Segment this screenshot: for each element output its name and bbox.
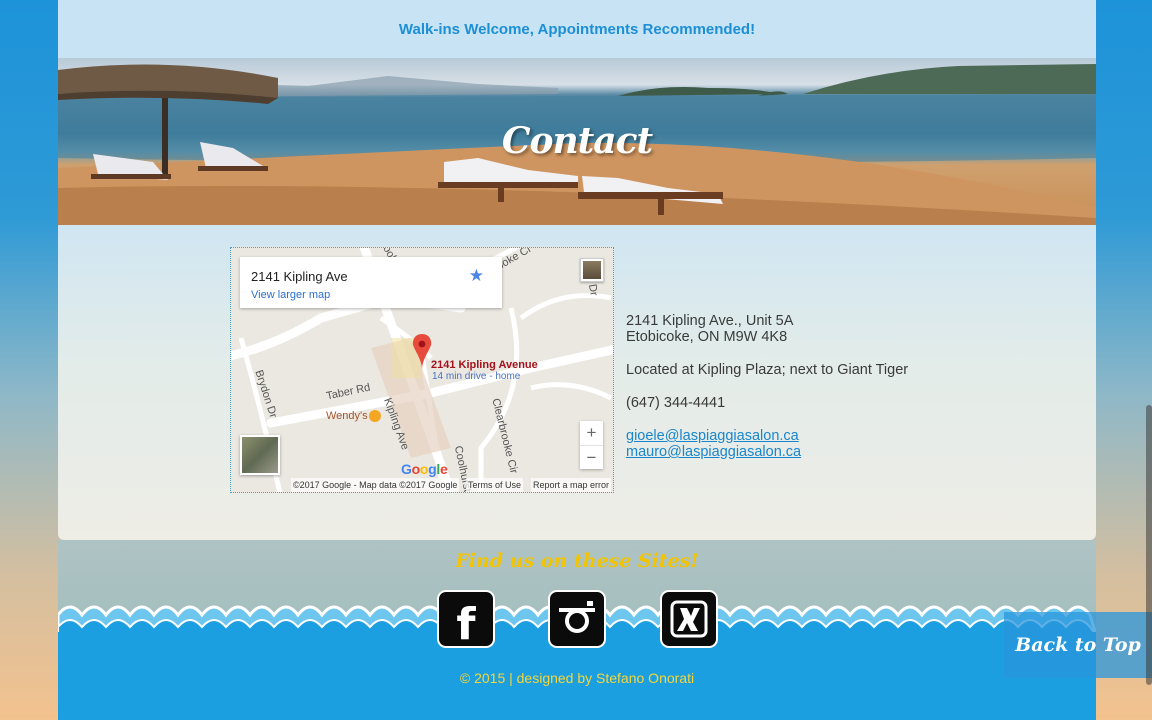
- yellow-pages-icon: [670, 600, 708, 638]
- announcement-text: Walk-ins Welcome, Appointments Recommend…: [398, 20, 756, 38]
- page: Walk-ins Welcome, Appointments Recommend…: [58, 0, 1096, 720]
- instagram-link[interactable]: [548, 590, 606, 648]
- copyright-text: © 2015 | designed by Stefano Onorati: [459, 670, 695, 686]
- google-map[interactable]: Taber Rd Kipling Ave Brydon Dr Clearbroo…: [230, 247, 614, 493]
- map-info-card: 2141 Kipling Ave View larger map ★: [240, 257, 502, 308]
- instagram-icon: [559, 601, 595, 633]
- poi-label[interactable]: Wendy's: [326, 410, 368, 422]
- email-link-gioele[interactable]: gioele@laspiaggiasalon.ca: [626, 428, 908, 444]
- satellite-toggle[interactable]: [240, 435, 280, 475]
- pin-title[interactable]: 2141 Kipling Avenue: [431, 359, 538, 371]
- user-avatar[interactable]: [580, 258, 604, 282]
- location-note: Located at Kipling Plaza; next to Giant …: [626, 362, 909, 378]
- phone-number: (647) 344-4441: [626, 395, 726, 411]
- report-error-link[interactable]: Report a map error: [531, 478, 612, 492]
- google-logo: Google: [401, 461, 448, 477]
- road-label: Dr: [585, 283, 600, 297]
- restaurant-icon: [369, 410, 381, 422]
- scrollbar-thumb[interactable]: [1146, 405, 1152, 685]
- address-line-2: Etobicoke, ON M9W 4K8: [626, 329, 788, 345]
- announcement-bar: Walk-ins Welcome, Appointments Recommend…: [58, 0, 1096, 58]
- map-footer: ©2017 Google - Map data ©2017 Google Ter…: [231, 478, 613, 492]
- pin-subtitle[interactable]: 14 min drive - home: [432, 371, 520, 382]
- facebook-icon: f: [456, 598, 476, 650]
- address-line-1: 2141 Kipling Ave., Unit 5A: [626, 313, 794, 329]
- zoom-out-button[interactable]: −: [580, 446, 603, 470]
- facebook-link[interactable]: f: [437, 590, 495, 650]
- contact-section: Taber Rd Kipling Ave Brydon Dr Clearbroo…: [58, 225, 1096, 540]
- email-link-mauro[interactable]: mauro@laspiaggiasalon.ca: [626, 444, 908, 460]
- find-us-heading: Find us on these Sites!: [455, 550, 699, 572]
- save-star-icon[interactable]: ★: [469, 266, 484, 286]
- zoom-in-button[interactable]: +: [580, 421, 603, 446]
- terms-link[interactable]: Terms of Use: [466, 478, 524, 492]
- view-larger-map-link[interactable]: View larger map: [251, 289, 330, 301]
- contact-info: 2141 Kipling Ave., Unit 5A Etobicoke, ON…: [626, 313, 908, 477]
- yellow-pages-link[interactable]: [660, 590, 718, 648]
- banner-title: Contact: [501, 120, 653, 162]
- zoom-controls: + −: [580, 421, 603, 469]
- contact-banner: Contact: [58, 58, 1096, 225]
- map-attribution: ©2017 Google - Map data ©2017 Google: [291, 478, 460, 492]
- back-to-top-button[interactable]: Back to Top: [1004, 612, 1152, 678]
- footer: Find us on these Sites! f © 2015 | desig…: [58, 540, 1096, 720]
- map-card-address: 2141 Kipling Ave: [251, 269, 348, 284]
